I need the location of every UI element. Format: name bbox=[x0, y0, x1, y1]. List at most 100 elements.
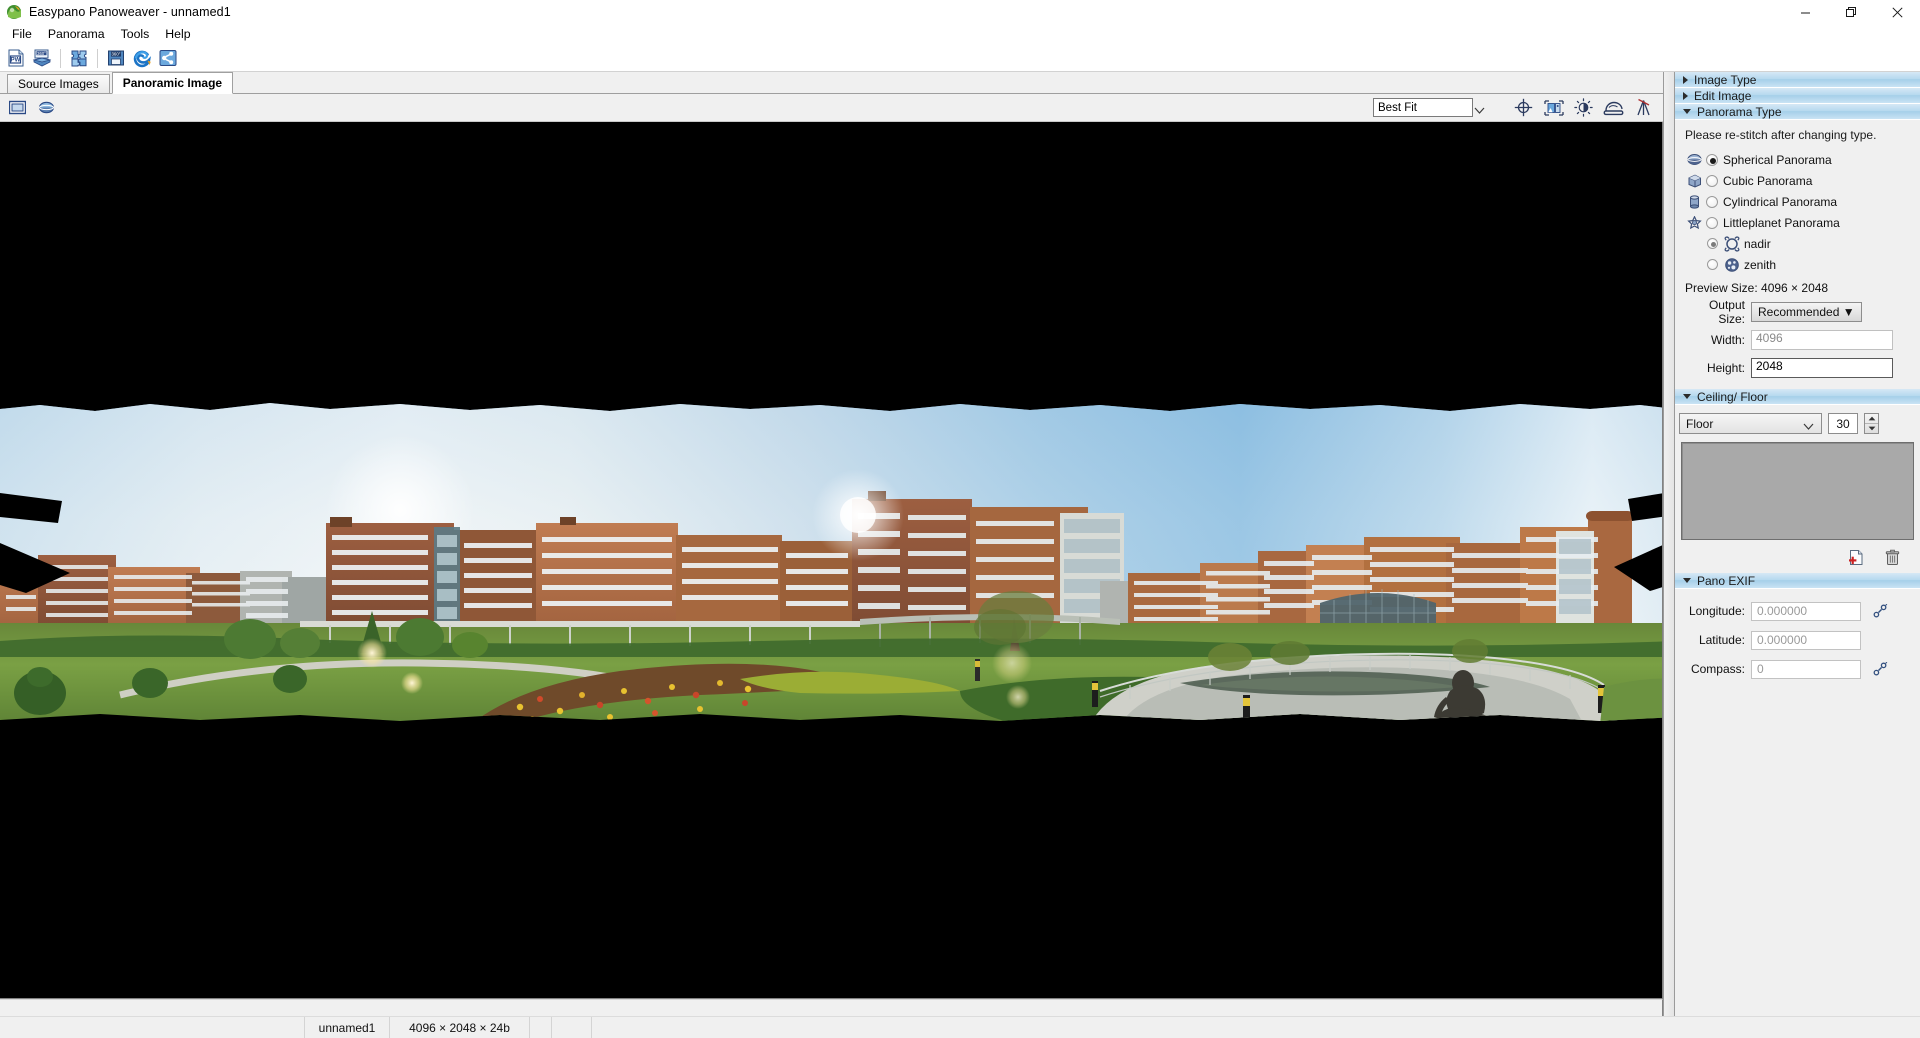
save-panorama-icon[interactable]: 360° bbox=[103, 46, 128, 71]
section-title-image-type: Image Type bbox=[1694, 72, 1757, 87]
chevron-down-icon bbox=[1683, 109, 1691, 114]
open-project-icon[interactable]: 360° bbox=[29, 46, 54, 71]
ceiling-floor-select[interactable]: Floor bbox=[1679, 413, 1822, 434]
image-region-icon[interactable] bbox=[1540, 96, 1567, 119]
sphere-view-icon[interactable] bbox=[35, 96, 58, 119]
tab-panoramic-image[interactable]: Panoramic Image bbox=[111, 72, 234, 94]
menu-tools[interactable]: Tools bbox=[113, 25, 158, 44]
chevron-down-icon bbox=[1683, 394, 1691, 399]
cube-icon bbox=[1685, 174, 1703, 188]
ceiling-floor-actions bbox=[1675, 540, 1920, 573]
section-title-ceiling-floor: Ceiling/ Floor bbox=[1697, 389, 1768, 404]
panel-vertical-scrollbar[interactable] bbox=[1663, 72, 1675, 1016]
document-area: Source Images Panoramic Image Best Fit bbox=[0, 72, 1663, 1016]
section-header-edit-image[interactable]: Edit Image bbox=[1675, 88, 1920, 104]
radio-zenith[interactable] bbox=[1707, 259, 1718, 270]
zenith-icon bbox=[1723, 257, 1741, 273]
longitude-row: Longitude: 0.000000 bbox=[1683, 601, 1912, 621]
label-nadir: nadir bbox=[1744, 236, 1771, 251]
width-label: Width: bbox=[1710, 333, 1745, 347]
option-zenith[interactable]: zenith bbox=[1707, 254, 1912, 275]
add-image-icon[interactable] bbox=[1846, 547, 1866, 567]
section-header-ceiling-floor[interactable]: Ceiling/ Floor bbox=[1675, 389, 1920, 405]
ceiling-floor-preview[interactable] bbox=[1681, 442, 1914, 540]
main-toolbar: PW 360° 360° bbox=[0, 45, 1920, 72]
section-header-image-type[interactable]: Image Type bbox=[1675, 72, 1920, 88]
menu-file[interactable]: File bbox=[4, 25, 40, 44]
compass-row: Compass: 0 bbox=[1683, 659, 1912, 679]
section-header-panorama-type[interactable]: Panorama Type bbox=[1675, 104, 1920, 120]
lens-dome-icon[interactable] bbox=[1600, 96, 1627, 119]
option-spherical-panorama[interactable]: Spherical Panorama bbox=[1685, 149, 1912, 170]
height-input[interactable]: 2048 bbox=[1751, 358, 1893, 378]
ceiling-floor-stepper[interactable] bbox=[1864, 413, 1879, 434]
chevron-right-icon bbox=[1683, 75, 1688, 84]
share-icon[interactable] bbox=[155, 46, 180, 71]
longitude-input[interactable]: 0.000000 bbox=[1751, 601, 1861, 621]
publish-browser-icon[interactable] bbox=[129, 46, 154, 71]
view-mode-group bbox=[6, 96, 58, 119]
canvas-horizontal-scrollbar[interactable] bbox=[0, 999, 1663, 1016]
width-input[interactable]: 4096 bbox=[1751, 330, 1893, 350]
tab-source-images[interactable]: Source Images bbox=[7, 74, 110, 93]
section-body-ceiling-floor: Floor 30 bbox=[1675, 405, 1920, 573]
view-tools-group: Best Fit bbox=[1373, 96, 1657, 119]
label-cylindrical-panorama: Cylindrical Panorama bbox=[1723, 194, 1838, 209]
latitude-row: Latitude: 0.000000 bbox=[1683, 630, 1912, 650]
close-icon[interactable] bbox=[1874, 0, 1920, 24]
properties-panel: Image Type Edit Image Panorama Type Plea… bbox=[1675, 72, 1920, 1016]
title-bar: Easypano Panoweaver - unnamed1 bbox=[0, 0, 1920, 24]
cylinder-icon bbox=[1685, 194, 1703, 209]
restore-icon[interactable] bbox=[1828, 0, 1874, 24]
section-header-pano-exif[interactable]: Pano EXIF bbox=[1675, 573, 1920, 589]
chevron-down-icon bbox=[1803, 420, 1814, 434]
radio-spherical[interactable] bbox=[1706, 153, 1718, 166]
minimize-icon[interactable] bbox=[1782, 0, 1828, 24]
zoom-level-wrapper: Best Fit bbox=[1373, 98, 1491, 118]
center-target-icon[interactable] bbox=[1510, 96, 1537, 119]
label-cubic-panorama: Cubic Panorama bbox=[1723, 173, 1813, 188]
status-spacer-4 bbox=[592, 1017, 1920, 1038]
section-title-panorama-type: Panorama Type bbox=[1697, 104, 1782, 119]
ceiling-floor-angle-input[interactable]: 30 bbox=[1828, 413, 1858, 434]
radio-littleplanet[interactable] bbox=[1706, 216, 1718, 229]
option-cylindrical-panorama[interactable]: Cylindrical Panorama bbox=[1685, 191, 1912, 212]
stepper-up-icon[interactable] bbox=[1865, 414, 1878, 424]
nadir-icon bbox=[1723, 235, 1741, 252]
option-littleplanet-panorama[interactable]: Littleplanet Panorama bbox=[1685, 212, 1912, 233]
chevron-down-icon bbox=[1474, 102, 1485, 120]
height-row: Height: 2048 bbox=[1683, 357, 1912, 379]
sphere-icon bbox=[1685, 153, 1703, 166]
star-icon bbox=[1685, 215, 1703, 230]
panoweaver-logo-icon bbox=[6, 4, 22, 20]
status-spacer-1 bbox=[0, 1017, 305, 1038]
link-icon[interactable] bbox=[1869, 662, 1891, 676]
radio-cubic[interactable] bbox=[1706, 174, 1718, 187]
menu-bar: File Panorama Tools Help bbox=[0, 24, 1920, 45]
stepper-down-icon[interactable] bbox=[1865, 424, 1878, 433]
chevron-right-icon bbox=[1683, 91, 1688, 100]
new-project-icon[interactable]: PW bbox=[3, 46, 28, 71]
application-window: Easypano Panoweaver - unnamed1 File Pano… bbox=[0, 0, 1920, 1038]
delete-icon[interactable] bbox=[1882, 547, 1902, 567]
radio-cylindrical[interactable] bbox=[1706, 195, 1718, 208]
brightness-icon[interactable] bbox=[1570, 96, 1597, 119]
flat-view-icon[interactable] bbox=[6, 96, 29, 119]
zoom-level-select[interactable]: Best Fit bbox=[1373, 98, 1473, 118]
menu-panorama[interactable]: Panorama bbox=[40, 25, 113, 44]
status-bar: unnamed1 4096 × 2048 × 24b bbox=[0, 1016, 1920, 1038]
option-cubic-panorama[interactable]: Cubic Panorama bbox=[1685, 170, 1912, 191]
svg-text:360°: 360° bbox=[37, 51, 46, 56]
latitude-input[interactable]: 0.000000 bbox=[1751, 630, 1861, 650]
output-size-dropdown[interactable]: Recommended ▼ bbox=[1751, 302, 1862, 322]
link-icon[interactable] bbox=[1869, 604, 1891, 618]
panorama-viewport[interactable] bbox=[0, 122, 1663, 999]
stitch-icon[interactable] bbox=[66, 46, 91, 71]
window-title: Easypano Panoweaver - unnamed1 bbox=[29, 5, 231, 19]
tripod-icon[interactable] bbox=[1630, 96, 1657, 119]
compass-input[interactable]: 0 bbox=[1751, 659, 1861, 679]
radio-nadir[interactable] bbox=[1707, 238, 1718, 249]
height-label: Height: bbox=[1706, 361, 1745, 375]
menu-help[interactable]: Help bbox=[157, 25, 198, 44]
option-nadir[interactable]: nadir bbox=[1707, 233, 1912, 254]
